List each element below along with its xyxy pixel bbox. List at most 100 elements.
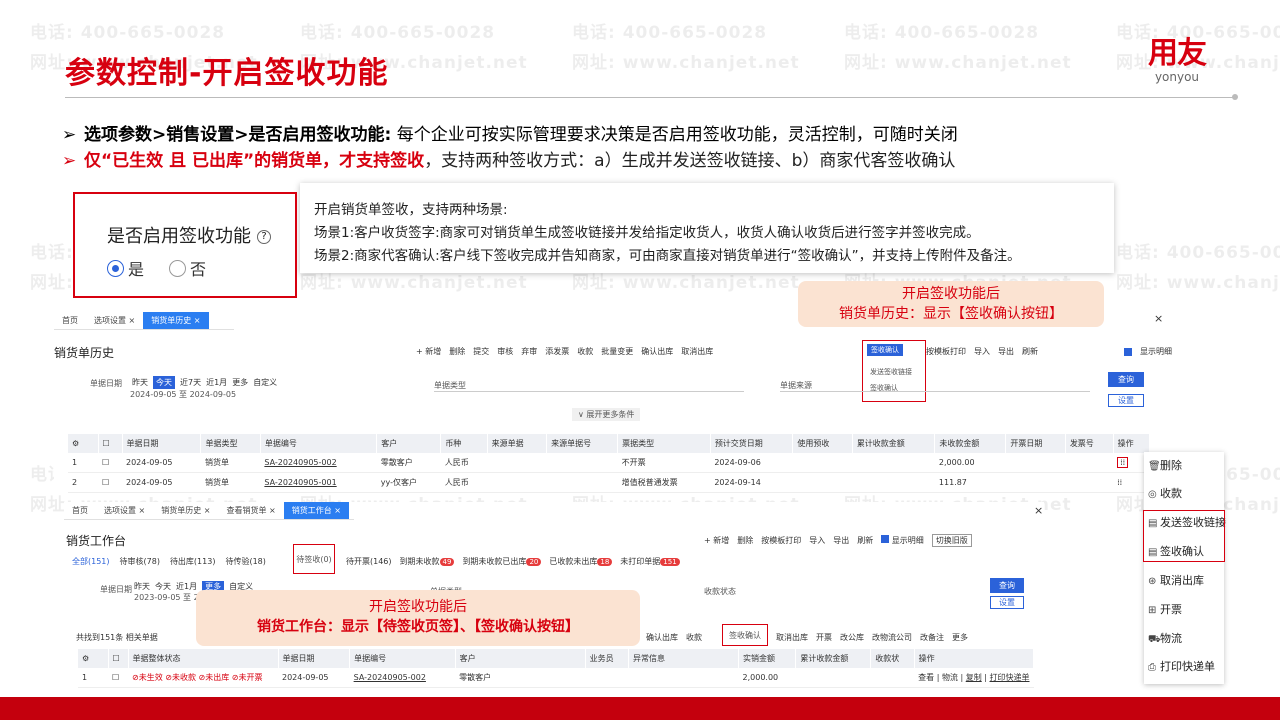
menu-highlight — [1143, 510, 1225, 562]
action-bar-2: 取消出库 开票 改公库 改物流公司 改备注 更多 — [776, 633, 968, 642]
sign-option-label: 是否启用签收功能? — [107, 222, 271, 248]
tab-sales-history[interactable]: 销货单历史 × — [143, 312, 209, 329]
win1-toolbar: + 新增 删除 提交 审核 弃审 添发票 收款 批量变更 确认出库 取消出库 — [416, 346, 713, 357]
slide-title: 参数控制-开启签收功能 — [65, 56, 389, 91]
tb-refresh[interactable]: 刷新 — [1022, 346, 1038, 357]
bottom-bar — [0, 697, 1280, 720]
switch-old-button[interactable]: 切换旧版 — [931, 534, 972, 547]
tb-confirm-out[interactable]: 确认出库 — [641, 346, 673, 357]
query-button[interactable]: 查询 — [990, 578, 1024, 593]
win1-toolbar-right: 按模板打印 导入 导出 刷新 — [926, 346, 1038, 357]
tb-delete[interactable]: 删除 — [449, 346, 465, 357]
radio-checked-icon[interactable] — [107, 259, 124, 277]
query-button[interactable]: 查询 — [1108, 372, 1144, 387]
tb-batch[interactable]: 批量变更 — [601, 346, 633, 357]
win2-toolbar: + 新增 删除 按模板打印 导入 导出 刷新 显示明细 切换旧版 — [704, 534, 972, 547]
radio-yes[interactable]: 是 — [107, 256, 144, 280]
settings-button[interactable]: 设置 — [1108, 394, 1144, 407]
show-detail-checkbox[interactable]: 显示明细 — [1124, 346, 1172, 357]
coin-icon: ◎ — [1148, 489, 1157, 500]
table-header: ⚙ ☐ 单据日期 单据类型 单据编号 客户 币种 来源单据 来源单据号 票据类型 预计交货日期 使用… — [68, 434, 1151, 453]
table-row[interactable]: 1 ☐ 2024-09-05 销货单 SA-20240905-002 零散客户 人民币 不开票… — [68, 453, 1150, 473]
dropdown-send-link[interactable]: 发送签收链接 — [870, 367, 912, 377]
tab-options[interactable]: 选项设置 × — [96, 502, 153, 519]
callout-workbench: 开启签收功能后 销货工作台：显示【待签收页签】、【签收确认按钮】 — [196, 590, 640, 646]
win2-title: 销货工作台 — [66, 534, 127, 548]
table-row[interactable]: 1 ☐ ⊘未生效 ⊘未收款 ⊘未出库 ⊘未开票 2024-09-05 SA-2024… — [78, 668, 1034, 688]
table-header: ⚙ ☐ 单据整体状态 单据日期 单据编号 客户 业务员 异常信息 实销金额 累计收款金额 收款状操… — [78, 649, 1035, 668]
watermark: 网址: www.chanjet.net — [1116, 273, 1280, 293]
tab-sales-history[interactable]: 销货单历史 × — [153, 502, 218, 519]
history-table: ⚙ ☐ 单据日期 单据类型 单据编号 客户 币种 来源单据 来源单据号 票据类型 预计交货日期 使用… — [68, 434, 1151, 493]
radio-unchecked-icon[interactable] — [169, 259, 186, 277]
settings-button[interactable]: 设置 — [990, 596, 1024, 609]
bullet-2: ➢ 仅“已生效 且 已出库”的销货单，才支持签收，支持两种签收方式：a）生成并发送… — [62, 151, 956, 171]
filter-chips: 昨天 今天 近7天 近1月 更多 自定义 — [132, 376, 278, 389]
logo-cn: 用友 — [1148, 36, 1207, 71]
show-detail-checkbox[interactable]: 显示明细 — [881, 535, 924, 546]
arrow-icon: ➢ — [62, 125, 77, 145]
watermark: 电话: 400-665-0028 — [844, 23, 1040, 43]
bullet-1: ➢ 选项参数>销售设置>是否启用签收功能: 每个企业可按实际管理要求决策是否启用签… — [62, 125, 958, 145]
sign-option-box: 是否启用签收功能? 是 否 — [73, 192, 297, 298]
watermark: 网址: www.chanjet.net — [844, 53, 1072, 73]
tb-new[interactable]: + 新增 — [416, 346, 441, 357]
tb-print[interactable]: 按模板打印 — [926, 346, 966, 357]
row-action-menu: 🗑删除 ◎ 收款 ▤ 发送签收链接 ▤ 签收确认 ⊛ 取消出库 ⊞ 开票 ⛟物流 ⎙ 打印快… — [1144, 452, 1226, 684]
status-tab-all[interactable]: 全部(151) — [72, 556, 110, 567]
tb-unaudit[interactable]: 弃审 — [521, 346, 537, 357]
sales-history-window: 首页 选项设置 × 销货单历史 × × 销货单历史 + 新增 删除 提交 审核 … — [54, 312, 1172, 494]
logo-en: yonyou — [1154, 70, 1200, 84]
close-icon[interactable]: × — [1034, 504, 1043, 517]
tab-home[interactable]: 首页 — [54, 312, 86, 329]
menu-logistics[interactable]: ⛟物流 — [1148, 630, 1182, 647]
action-bar: 确认出库 收款 — [646, 633, 702, 642]
printer-icon: ⎙ — [1148, 662, 1156, 673]
truck-icon: ⛟ — [1148, 634, 1161, 645]
filter-range: 2024-09-05 至 2024-09-05 — [130, 390, 237, 399]
sign-dropdown: 发送签收链接 签收确认 签收确认 — [862, 340, 926, 402]
tab-pending-sign[interactable]: 待签收(0) — [293, 544, 335, 574]
filter-date-label: 单据日期 — [100, 585, 132, 594]
tab-workbench[interactable]: 销货工作台 × — [283, 502, 349, 519]
tb-invoice[interactable]: 添发票 — [545, 346, 569, 357]
tab-home[interactable]: 首页 — [64, 502, 96, 519]
watermark: 电话: 400-665-0028 — [1116, 243, 1280, 263]
yonyou-logo: 用友 yonyou — [1148, 36, 1207, 85]
filter-source[interactable]: 单据来源 — [780, 380, 1090, 392]
tab-view-sale[interactable]: 查看销货单 × — [219, 502, 284, 519]
dropdown-header[interactable]: 签收确认 — [867, 344, 903, 356]
title-divider — [65, 97, 1235, 98]
tb-audit[interactable]: 审核 — [497, 346, 513, 357]
tb-receive[interactable]: 收款 — [577, 346, 593, 357]
menu-print-express[interactable]: ⎙ 打印快递单 — [1148, 658, 1215, 674]
tab-options[interactable]: 选项设置 × — [86, 312, 143, 329]
tb-export[interactable]: 导出 — [998, 346, 1014, 357]
radio-no[interactable]: 否 — [169, 256, 206, 280]
table-row[interactable]: 2 ☐ 2024-09-05 销货单 SA-20240905-001 yy-仅客户 人民币增… — [68, 472, 1150, 493]
status-tabs: 全部(151) 待审核(78) 待出库(113) 待传验(18) — [72, 556, 266, 567]
menu-delete[interactable]: 🗑删除 — [1148, 457, 1182, 473]
tb-import[interactable]: 导入 — [974, 346, 990, 357]
filter-date-label: 单据日期 — [90, 379, 122, 388]
win1-title: 销货单历史 — [54, 346, 115, 360]
tb-submit[interactable]: 提交 — [473, 346, 489, 357]
tb-cancel-out[interactable]: 取消出库 — [681, 346, 713, 357]
menu-invoice[interactable]: ⊞ 开票 — [1148, 601, 1182, 617]
win2-tabs: 首页 选项设置 × 销货单历史 × 查看销货单 × 销货工作台 × — [64, 502, 354, 520]
help-icon[interactable]: ? — [257, 230, 271, 244]
trash-icon: 🗑 — [1148, 461, 1161, 472]
arrow-icon: ➢ — [62, 151, 77, 171]
menu-cancel-out[interactable]: ⊛ 取消出库 — [1148, 572, 1204, 588]
expand-conditions[interactable]: ∨ 展开更多条件 — [572, 408, 641, 421]
found-count: 共找到151条 相关单据 — [76, 633, 158, 642]
row-more-icon[interactable]: ⁞⁞ — [1117, 457, 1129, 468]
close-icon[interactable]: × — [1154, 312, 1163, 325]
sign-confirm-button[interactable]: 签收确认 — [722, 624, 768, 646]
win1-tabs: 首页 选项设置 × 销货单历史 × — [54, 312, 234, 330]
filter-type[interactable]: 单据类型 — [434, 380, 744, 392]
status-tabs-2: 待开票(146) 到期未收款 49 到期未收款已出库 20 已收款未出库 18 未打印… — [346, 556, 680, 567]
menu-receive[interactable]: ◎ 收款 — [1148, 485, 1182, 501]
filter-status[interactable]: 收款状态 — [704, 586, 736, 597]
watermark: 网址: www.chanjet.net — [572, 53, 800, 73]
